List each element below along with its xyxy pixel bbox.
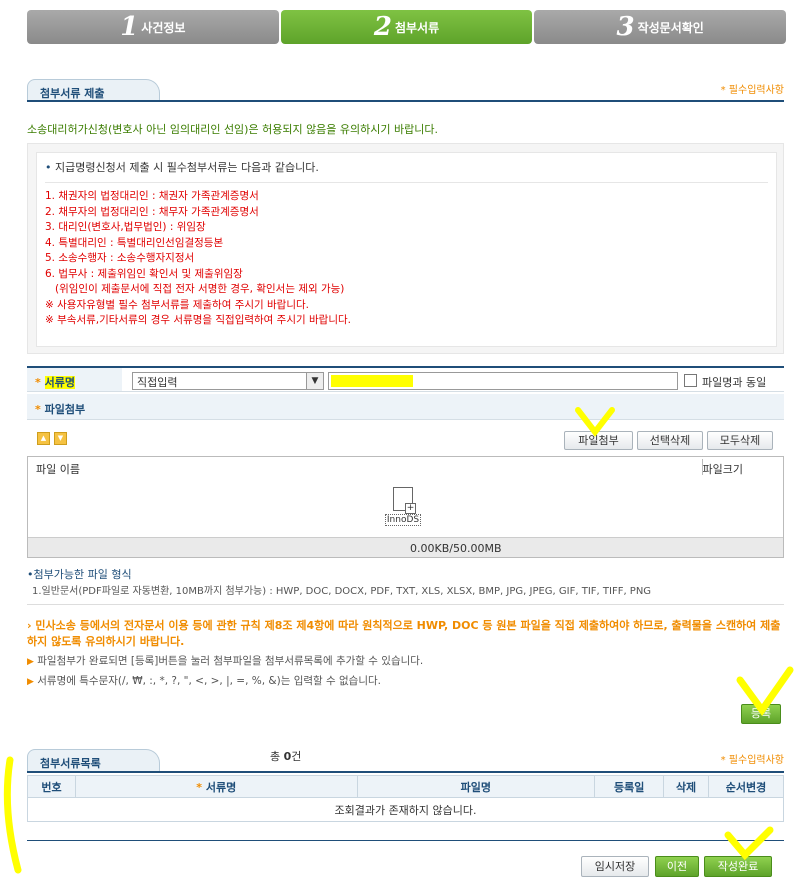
check-mark-icon (736, 666, 794, 717)
check-mark-icon (575, 407, 615, 437)
check-mark-icon (724, 826, 774, 861)
bracket-mark-icon (3, 756, 22, 874)
highlighter-annotations (3, 407, 794, 874)
